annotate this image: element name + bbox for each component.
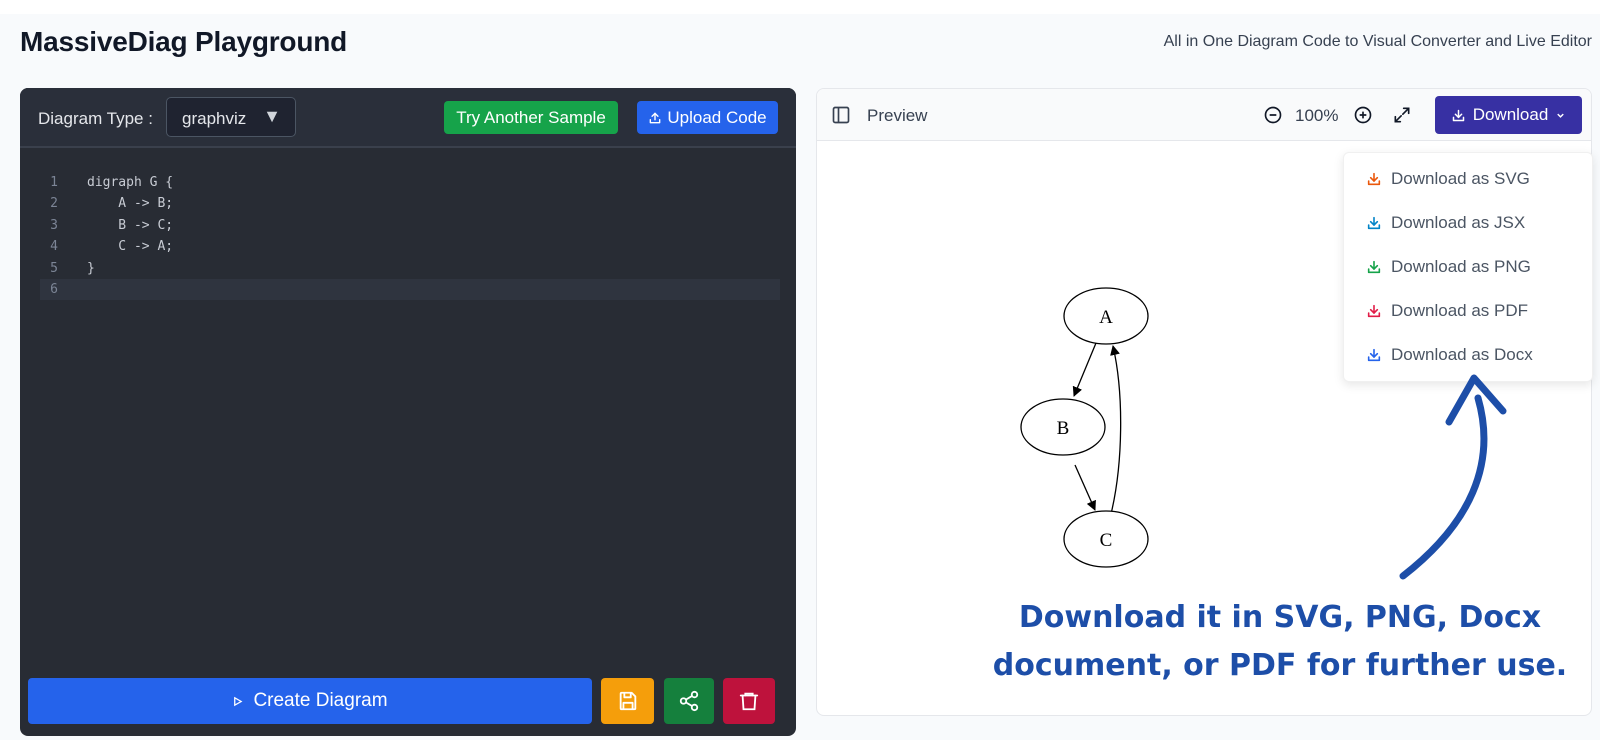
download-svg-label: Download as SVG — [1391, 169, 1530, 188]
node-label: A — [1099, 307, 1113, 328]
download-menu: Download as SVG Download as JSX Download… — [1343, 152, 1593, 382]
download-docx-label: Download as Docx — [1391, 345, 1533, 364]
annotation-text: Download it in SVG, PNG, Docx document, … — [980, 594, 1580, 690]
download-pdf-label: Download as PDF — [1391, 301, 1529, 320]
edge-c-a — [1110, 345, 1122, 515]
node-label: C — [1100, 530, 1113, 551]
download-png-label: Download as PNG — [1391, 257, 1531, 276]
diagram-node-c: C — [1063, 510, 1149, 568]
edge-b-c — [1074, 464, 1096, 511]
download-icon — [1367, 216, 1381, 230]
download-pdf-item[interactable]: Download as PDF — [1344, 291, 1592, 331]
download-jsx-label: Download as JSX — [1391, 213, 1526, 232]
diagram-node-a: A — [1063, 287, 1149, 345]
annotation-line-1: Download it in SVG, PNG, Docx — [1018, 600, 1542, 635]
diagram-node-b: B — [1020, 398, 1106, 456]
download-png-item[interactable]: Download as PNG — [1344, 247, 1592, 287]
download-jsx-item[interactable]: Download as JSX — [1344, 203, 1592, 243]
download-icon — [1367, 260, 1381, 274]
download-icon — [1367, 304, 1381, 318]
app-page: MassiveDiag Playground All in One Diagra… — [0, 14, 1600, 740]
download-svg-item[interactable]: Download as SVG — [1344, 159, 1592, 199]
annotation-line-2: document, or PDF for further use. — [992, 648, 1568, 683]
edge-a-b — [1072, 342, 1097, 397]
node-label: B — [1057, 418, 1070, 439]
download-docx-item[interactable]: Download as Docx — [1344, 335, 1592, 375]
download-icon — [1367, 348, 1381, 362]
download-icon — [1367, 172, 1381, 186]
